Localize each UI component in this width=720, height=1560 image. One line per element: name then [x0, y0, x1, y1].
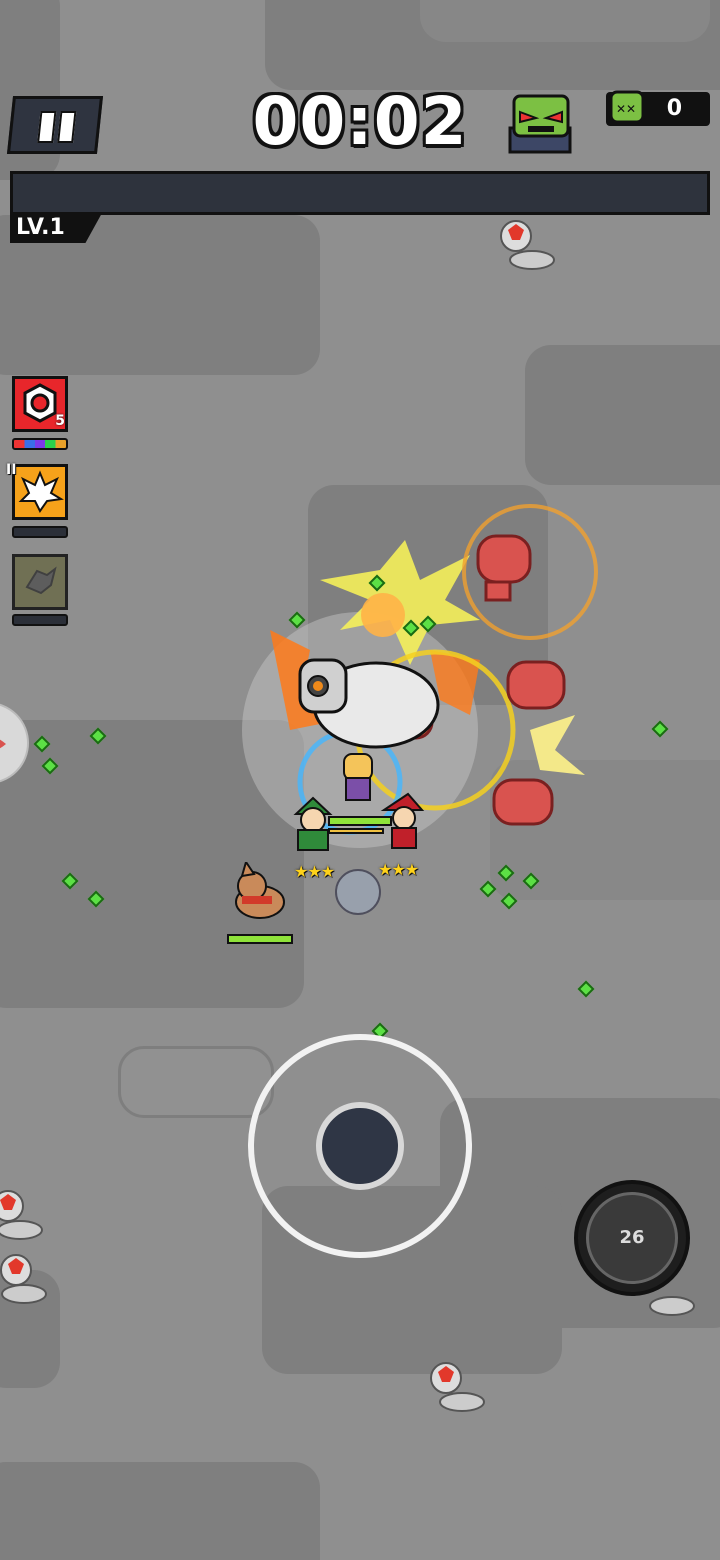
pet-dog: [228, 859, 292, 924]
ultimate-skill-button[interactable]: 26: [574, 1180, 690, 1296]
skill-rank-badge: II: [6, 462, 17, 478]
kill-counter: ✕✕ 0: [606, 90, 710, 126]
zombie-enemy: [428, 1358, 488, 1414]
kill-count: 0: [666, 96, 682, 121]
pause-icon: [57, 111, 77, 143]
skill-level-badge: 5: [55, 413, 65, 429]
svg-text:✕✕: ✕✕: [616, 102, 636, 116]
floor-tile: [118, 1046, 274, 1118]
gear-shield-skill-slot[interactable]: 5: [12, 376, 68, 432]
xp-gem: [651, 720, 669, 738]
offscreen-enemy-bubble: [0, 700, 32, 786]
floor-tile: [420, 0, 710, 42]
explosion-icon: [18, 470, 64, 513]
skill-progress-bar: [12, 614, 68, 626]
zombie-enemy: [498, 216, 558, 272]
robot-boss-enemy: [296, 650, 446, 750]
hero-energy-bar: [328, 828, 384, 834]
explosion-skill-slot[interactable]: [12, 464, 68, 520]
hero-rank-stars: ★★★: [378, 860, 419, 879]
game-stage[interactable]: 00:02 ✕✕ 0 LV.1 5 II ★★★ ★★★ 26: [0, 0, 720, 1560]
zombie-enemy: [0, 1250, 54, 1306]
joystick-knob[interactable]: [316, 1102, 404, 1190]
survival-timer: 00:02: [252, 83, 468, 160]
pause-icon: [37, 111, 57, 143]
hero-rank-stars: ★★★: [294, 862, 335, 881]
boxing-glove-projectile: [500, 656, 572, 726]
zombie-enemy: [0, 1186, 50, 1242]
bear-ultimate-icon: 26: [586, 1192, 678, 1284]
pet-hp-bar: [227, 934, 293, 944]
skill-progress-bar: [12, 438, 68, 450]
ultimate-cooldown: 26: [619, 1227, 645, 1248]
floor-tile: [0, 1462, 320, 1560]
floor-tile: [525, 345, 720, 485]
locked-skill-icon: [25, 566, 57, 595]
bubble-orb: [334, 868, 382, 916]
boxing-glove-projectile: [480, 774, 560, 834]
boxing-glove-projectile: [470, 526, 542, 604]
joystick[interactable]: [248, 1034, 472, 1258]
zombie-kill-icon: ✕✕: [609, 90, 645, 124]
locked-skill-slot[interactable]: [12, 554, 68, 610]
skill-progress-bar: [12, 526, 68, 538]
pause-button[interactable]: [6, 96, 104, 154]
xp-progress-bar: [10, 171, 710, 215]
hero-hp-bar: [328, 816, 392, 826]
boss-zombie-icon[interactable]: [506, 92, 576, 154]
xp-gem: [577, 980, 595, 998]
